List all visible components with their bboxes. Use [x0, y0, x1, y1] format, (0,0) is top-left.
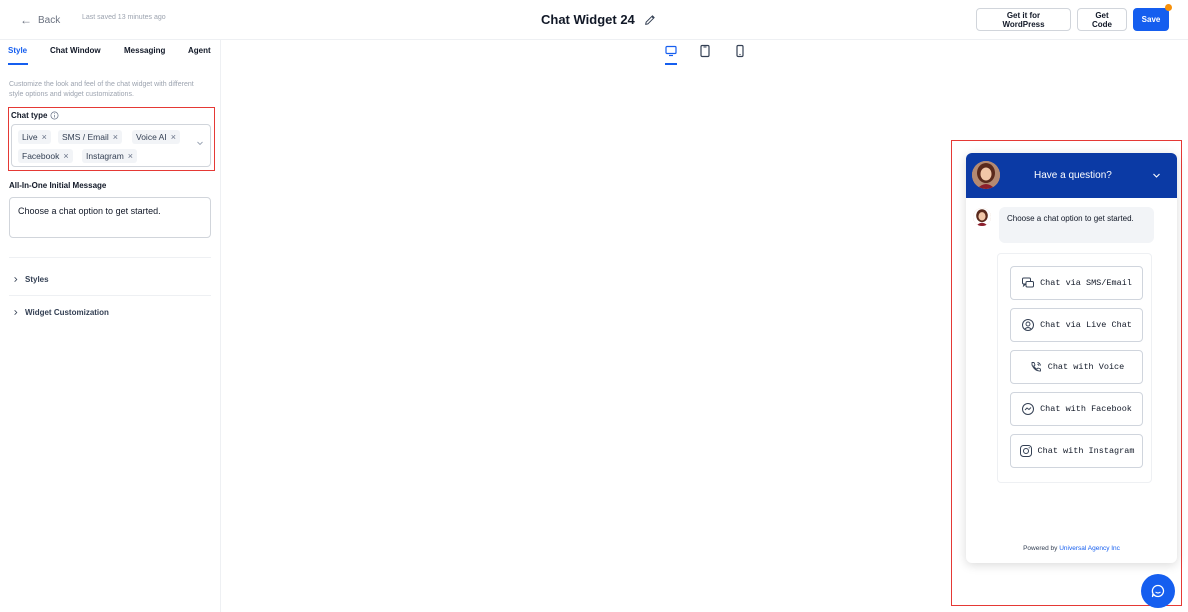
- chat-option-label: Chat with Facebook: [1040, 404, 1132, 414]
- chat-launcher-button[interactable]: [1141, 574, 1175, 608]
- chat-option-instagram[interactable]: Chat with Instagram: [1010, 434, 1143, 468]
- chip-label: Live: [22, 132, 38, 142]
- widget-header-title: Have a question?: [1034, 170, 1112, 181]
- chip-label: Voice AI: [136, 132, 167, 142]
- chat-type-label-text: Chat type: [11, 111, 48, 120]
- avatar-image: [973, 208, 991, 226]
- powered-by-prefix: Powered by: [1023, 545, 1058, 552]
- remove-icon[interactable]: ×: [63, 151, 68, 161]
- chat-type-label: Chat type: [11, 111, 59, 120]
- chat-option-sms-email[interactable]: Chat via SMS/Email: [1010, 266, 1143, 300]
- active-device-indicator: [665, 63, 677, 65]
- messenger-icon: [1022, 403, 1035, 415]
- remove-icon[interactable]: ×: [42, 132, 47, 142]
- mobile-icon[interactable]: [733, 44, 747, 58]
- arrow-left-icon: ←: [20, 13, 32, 27]
- chip-voice-ai: Voice AI ×: [132, 130, 180, 144]
- remove-icon[interactable]: ×: [128, 151, 133, 161]
- agent-avatar: [972, 161, 1000, 189]
- chat-widget-preview: Have a question? Choose a chat option to…: [966, 153, 1177, 563]
- chat-option-voice[interactable]: Chat with Voice: [1010, 350, 1143, 384]
- widget-header: Have a question?: [966, 153, 1177, 198]
- tab-messaging[interactable]: Messaging: [124, 46, 165, 55]
- phone-voice-icon: [1031, 362, 1041, 372]
- chevron-down-icon[interactable]: [196, 139, 204, 147]
- agent-avatar-small: [973, 208, 991, 226]
- tablet-icon[interactable]: [698, 44, 712, 58]
- accordion-widget-customization[interactable]: Widget Customization: [12, 308, 109, 317]
- info-icon[interactable]: [50, 111, 59, 120]
- chat-option-live-chat[interactable]: Chat via Live Chat: [1010, 308, 1143, 342]
- tab-style[interactable]: Style: [8, 46, 27, 55]
- chat-type-highlight: Chat type Live × SMS / Email × Voice AI …: [8, 107, 215, 171]
- chip-label: Instagram: [86, 151, 124, 161]
- chat-option-label: Chat with Voice: [1047, 362, 1125, 372]
- chip-label: SMS / Email: [62, 132, 109, 142]
- style-description: Customize the look and feel of the chat …: [9, 81, 194, 98]
- tab-bar: Style Chat Window Messaging Agent: [8, 46, 213, 66]
- last-saved-text: Last saved 13 minutes ago: [82, 14, 166, 21]
- chevron-right-icon: [14, 277, 18, 282]
- tab-chat-window[interactable]: Chat Window: [50, 46, 101, 55]
- get-code-button[interactable]: Get Code: [1077, 8, 1127, 31]
- back-button[interactable]: ← Back: [20, 13, 60, 27]
- back-label: Back: [38, 14, 61, 26]
- chat-type-select[interactable]: Live × SMS / Email × Voice AI × Facebook…: [11, 124, 211, 167]
- chat-option-label: Chat via Live Chat: [1040, 320, 1132, 330]
- powered-by: Powered by Universal Agency Inc: [966, 545, 1177, 552]
- title-group: Chat Widget 24: [541, 12, 657, 27]
- widget-title: Chat Widget 24: [541, 12, 635, 27]
- initial-message-label: All-In-One Initial Message: [9, 181, 107, 190]
- chat-option-label: Chat via SMS/Email: [1040, 278, 1132, 288]
- chip-facebook: Facebook ×: [18, 149, 73, 163]
- pencil-icon[interactable]: [643, 13, 657, 27]
- chip-live: Live ×: [18, 130, 51, 144]
- get-wordpress-button[interactable]: Get it for WordPress: [976, 8, 1071, 31]
- chip-label: Facebook: [22, 151, 60, 161]
- accordion-styles[interactable]: Styles: [12, 275, 49, 284]
- accordion-label: Styles: [25, 275, 49, 284]
- chat-option-label: Chat with Instagram: [1037, 446, 1135, 456]
- chip-sms-email: SMS / Email ×: [58, 130, 123, 144]
- chevron-down-icon[interactable]: [1152, 171, 1161, 180]
- desktop-icon[interactable]: [664, 44, 678, 58]
- instagram-icon: [1019, 445, 1032, 457]
- top-bar: ← Back Last saved 13 minutes ago Chat Wi…: [0, 0, 1188, 40]
- initial-message-input[interactable]: [9, 197, 211, 238]
- divider: [9, 295, 211, 296]
- save-button[interactable]: Save: [1133, 8, 1169, 31]
- remove-icon[interactable]: ×: [171, 132, 176, 142]
- chat-option-facebook[interactable]: Chat with Facebook: [1010, 392, 1143, 426]
- left-panel: Style Chat Window Messaging Agent Custom…: [0, 40, 221, 612]
- live-chat-icon: [1022, 319, 1035, 331]
- tab-agent[interactable]: Agent: [188, 46, 211, 55]
- welcome-message-bubble: Choose a chat option to get started.: [999, 207, 1154, 243]
- sms-chat-icon: [1022, 277, 1035, 288]
- chevron-right-icon: [14, 310, 18, 315]
- chip-instagram: Instagram ×: [82, 149, 138, 163]
- divider: [9, 257, 211, 258]
- powered-by-link[interactable]: Universal Agency Inc: [1059, 545, 1120, 552]
- avatar-image: [972, 161, 1000, 189]
- accordion-label: Widget Customization: [25, 308, 109, 317]
- active-tab-indicator: [8, 63, 28, 65]
- chat-bubble-icon: [1151, 584, 1165, 598]
- remove-icon[interactable]: ×: [113, 132, 118, 142]
- notification-dot: [1165, 4, 1172, 11]
- chat-options-card: Chat via SMS/Email Chat via Live Chat Ch…: [997, 253, 1152, 483]
